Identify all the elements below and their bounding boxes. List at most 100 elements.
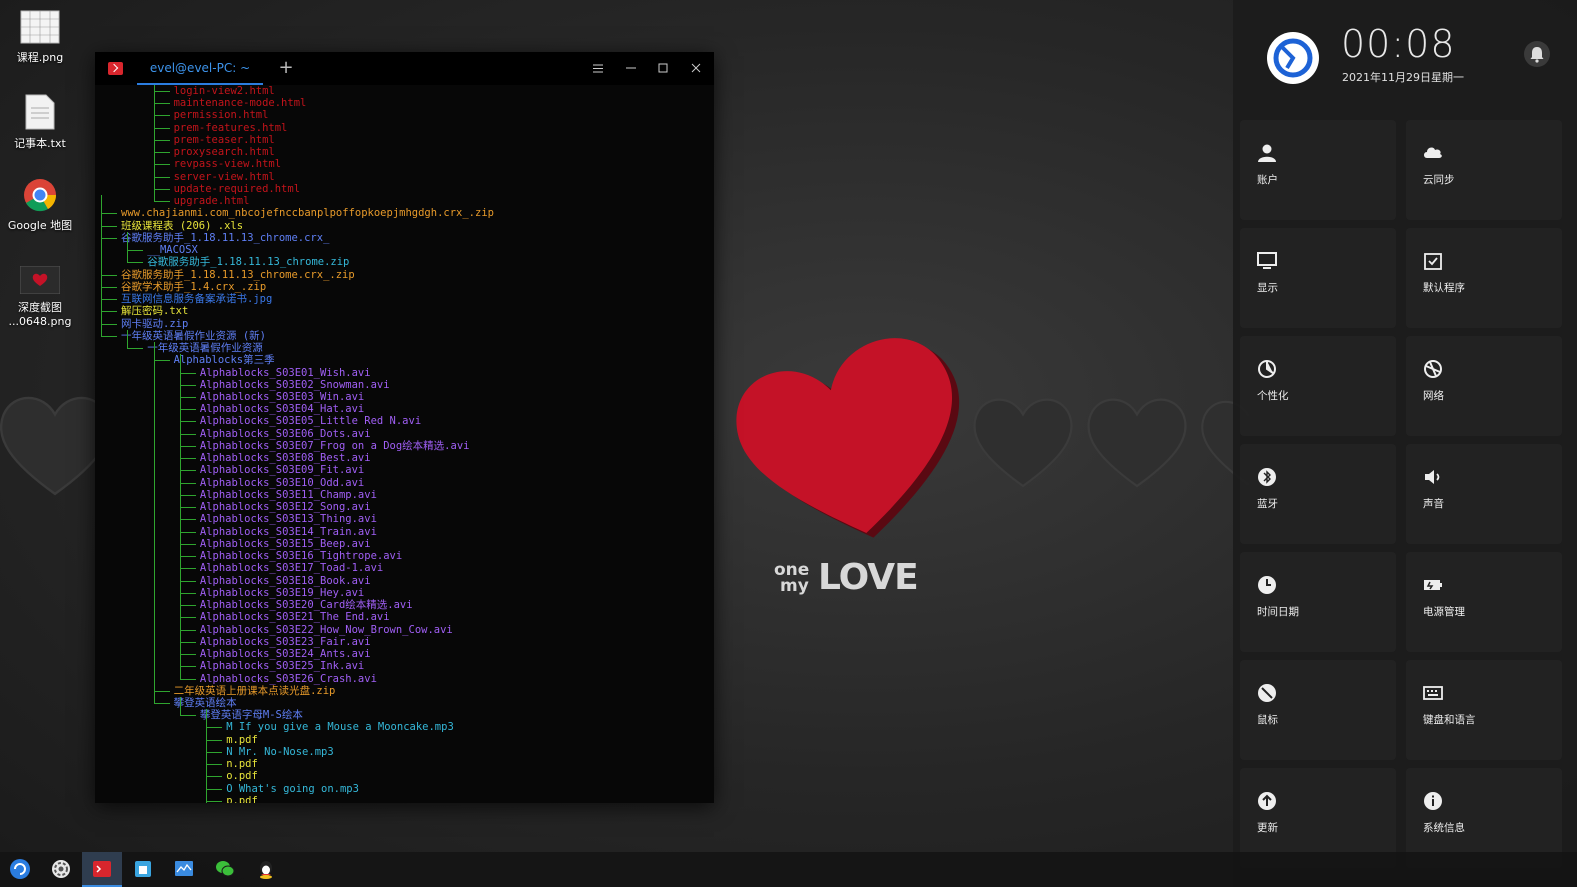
bluetooth-icon — [1258, 468, 1276, 486]
tile-speaker[interactable]: 声音 — [1406, 444, 1562, 544]
tree-branch-line — [179, 617, 196, 619]
tree-entry: login-view2.html — [173, 85, 275, 97]
new-tab-button[interactable]: + — [275, 57, 297, 79]
palette-icon — [1258, 360, 1276, 378]
tree-branch-line — [101, 311, 117, 313]
tree-branch-line — [179, 641, 196, 643]
tree-entry: Alphablocks_S03E16_Tightrope.avi — [199, 550, 403, 563]
taskbar — [0, 852, 1577, 887]
tile-label: 蓝牙 — [1257, 498, 1278, 510]
terminal-output[interactable]: login-view2.html maintenance-mode.html per… — [95, 85, 714, 803]
tree-entry: o.pdf — [226, 770, 258, 783]
tree-entry: Alphablocks_S03E20_Card绘本精选.avi — [199, 599, 413, 612]
tree-branch-line — [153, 115, 170, 117]
tile-monitor[interactable]: 显示 — [1240, 228, 1396, 328]
tile-network[interactable]: 网络 — [1406, 336, 1562, 436]
tile-bluetooth[interactable]: 蓝牙 — [1240, 444, 1396, 544]
tree-entry: __MACOSX — [147, 244, 198, 257]
clock-date: 2021年11月29日星期一 — [1342, 71, 1464, 84]
menu-button[interactable] — [589, 60, 607, 78]
maximize-button[interactable] — [654, 60, 672, 78]
tree-entry: Alphablocks_S03E17_Toad-1.avi — [199, 562, 384, 575]
keyboard-icon — [1423, 686, 1443, 700]
logo-my: my — [780, 576, 809, 596]
tree-entry: prem-features.html — [173, 121, 288, 134]
tile-label: 时间日期 — [1257, 606, 1299, 618]
tree-entry: 攀登英语字母M-S绘本 — [199, 709, 303, 722]
tree-guide-line — [153, 342, 155, 703]
tree-branch-line — [179, 445, 196, 447]
monitor-icon — [1257, 252, 1277, 269]
tile-palette[interactable]: 个性化 — [1240, 336, 1396, 436]
tree-entry: 谷歌学术助手_1.4.crx_.zip — [121, 280, 267, 293]
tree-entry: www.chajianmi.com_nbcojefnccbanplpoffopk… — [121, 207, 494, 220]
tile-clock[interactable]: 时间日期 — [1240, 552, 1396, 652]
tree-entry: 攀登英语绘本 — [173, 697, 237, 709]
desktop-icon-notepad-txt[interactable]: 记事本.txt — [4, 94, 76, 151]
minimize-button[interactable] — [622, 60, 640, 78]
tree-branch-line — [179, 629, 196, 631]
tree-entry: Alphablocks_S03E10_Odd.avi — [199, 476, 365, 489]
user-icon — [1258, 144, 1276, 162]
tree-branch-line — [101, 323, 117, 325]
tree-branch-line — [179, 494, 196, 496]
tree-entry: 谷歌服务助手_1.18.11.13_chrome.crx_ — [121, 231, 330, 244]
monitor-app-icon[interactable] — [173, 858, 195, 880]
tile-default-app[interactable]: 默认程序 — [1406, 228, 1562, 328]
terminal-window[interactable]: evel@evel-PC: ~ + login-view2.html mainte… — [95, 52, 714, 803]
image-thumbnail-icon — [19, 265, 61, 295]
tree-branch-line — [153, 176, 170, 178]
tree-branch-line — [206, 764, 223, 766]
qq-icon[interactable] — [255, 858, 277, 880]
tree-entry: p.pdf — [226, 794, 258, 803]
settings-icon[interactable] — [50, 858, 72, 880]
wallpaper-heart-right2 — [1087, 398, 1187, 488]
tile-mouse[interactable]: 鼠标 — [1240, 660, 1396, 760]
tree-branch-line — [179, 384, 196, 386]
tree-branch-line — [101, 213, 117, 215]
terminal-tab[interactable]: evel@evel-PC: ~ — [137, 52, 263, 85]
tree-branch-line — [153, 188, 170, 190]
tile-keyboard[interactable]: 键盘和语言 — [1406, 660, 1562, 760]
tree-branch-line — [153, 103, 170, 105]
tree-entry: update-required.html — [173, 182, 301, 195]
tree-entry: 谷歌服务助手_1.18.11.13_chrome.zip — [147, 256, 350, 269]
wechat-icon[interactable] — [214, 858, 236, 880]
desktop-icon-course-png[interactable]: 课程.png — [4, 10, 76, 65]
tile-label: 更新 — [1257, 822, 1278, 834]
terminal-icon[interactable] — [91, 858, 113, 880]
tree-entry: Alphablocks_S03E13_Thing.avi — [199, 513, 377, 526]
wallpaper-red-heart — [736, 338, 960, 538]
tile-cloud[interactable]: 云同步 — [1406, 120, 1562, 220]
store-icon[interactable] — [132, 858, 154, 880]
tree-branch-line — [206, 776, 223, 778]
launcher-icon[interactable] — [9, 858, 31, 880]
tile-label: 系统信息 — [1423, 822, 1465, 834]
tree-branch-line — [179, 531, 196, 533]
tree-branch-line — [179, 519, 196, 521]
desktop-icon-screenshot-png[interactable]: 深度截图 ...0648.png — [4, 265, 76, 329]
tree-branch-line — [206, 727, 223, 729]
tree-branch-line — [179, 592, 196, 594]
deepin-logo-icon — [1267, 32, 1319, 84]
tree-branch-line — [127, 262, 144, 264]
tile-label: 个性化 — [1257, 390, 1289, 402]
tree-entry: Alphablocks_S03E12_Song.avi — [199, 501, 371, 514]
close-button[interactable] — [687, 60, 705, 78]
tile-battery[interactable]: 电源管理 — [1406, 552, 1562, 652]
chrome-icon — [24, 179, 57, 212]
notification-button[interactable] — [1524, 41, 1550, 67]
tree-entry: 一年级英语暑假作业资源 (新) — [121, 329, 266, 342]
tree-entry: Alphablocks_S03E09_Fit.avi — [199, 464, 365, 477]
tree-guide-line — [101, 195, 102, 336]
tree-entry: Alphablocks_S03E11_Champ.avi — [199, 488, 377, 501]
tree-branch-line — [206, 800, 223, 802]
tree-guide-line — [127, 231, 129, 263]
tile-user[interactable]: 账户 — [1240, 120, 1396, 220]
tree-entry: Alphablocks_S03E15_Beep.avi — [199, 537, 371, 550]
terminal-titlebar[interactable]: evel@evel-PC: ~ + — [95, 52, 714, 85]
desktop-icon-google-maps[interactable]: Google 地图 — [4, 178, 76, 233]
cloud-icon — [1424, 147, 1442, 158]
tree-branch-line — [153, 91, 170, 92]
tree-guide-line — [153, 85, 155, 202]
